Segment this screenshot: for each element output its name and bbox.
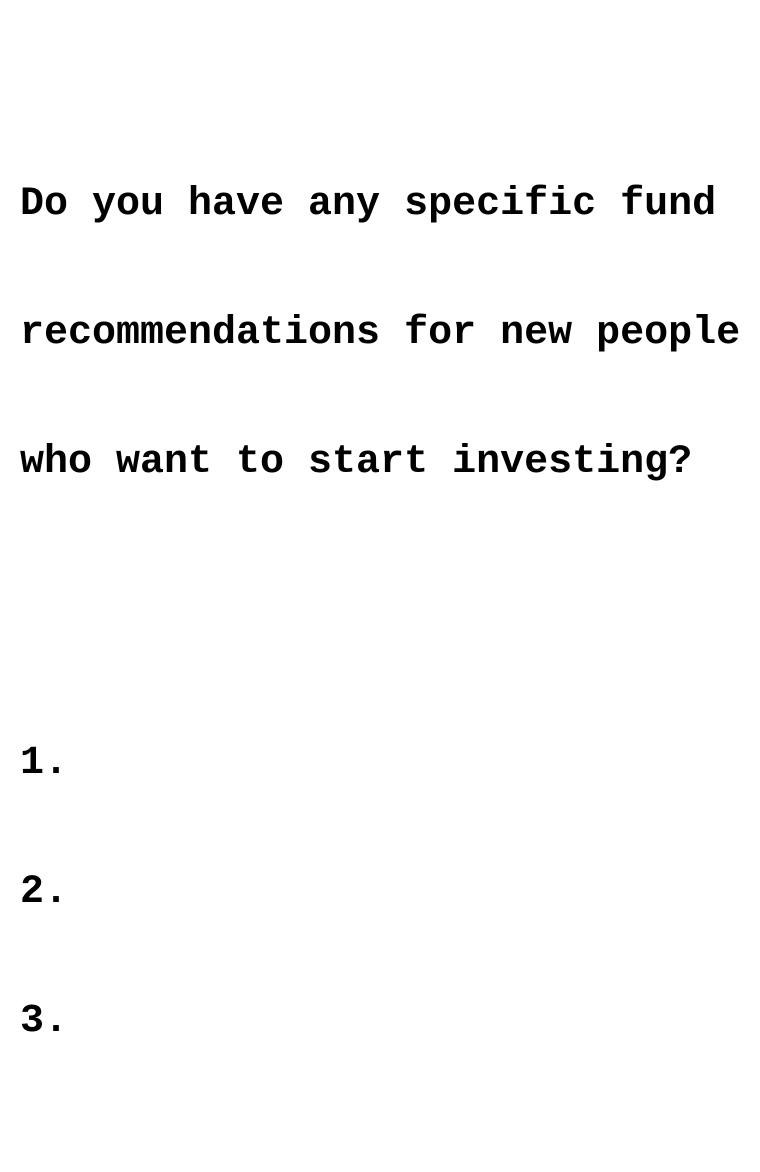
list-item-2: 2. [20, 870, 69, 915]
question-text: Do you have any specific fund recommenda… [20, 97, 740, 570]
list-item-3: 3. [20, 999, 69, 1044]
question-line-1: Do you have any specific fund [20, 182, 717, 227]
question-line-2: recommendations for new people [20, 311, 741, 356]
document-body: Do you have any specific fund recommenda… [20, 11, 740, 1172]
list-item-1: 1. [20, 741, 69, 786]
question-line-3: who want to start investing? [20, 440, 693, 485]
numbered-list: 1. 2. 3. [20, 656, 740, 1129]
